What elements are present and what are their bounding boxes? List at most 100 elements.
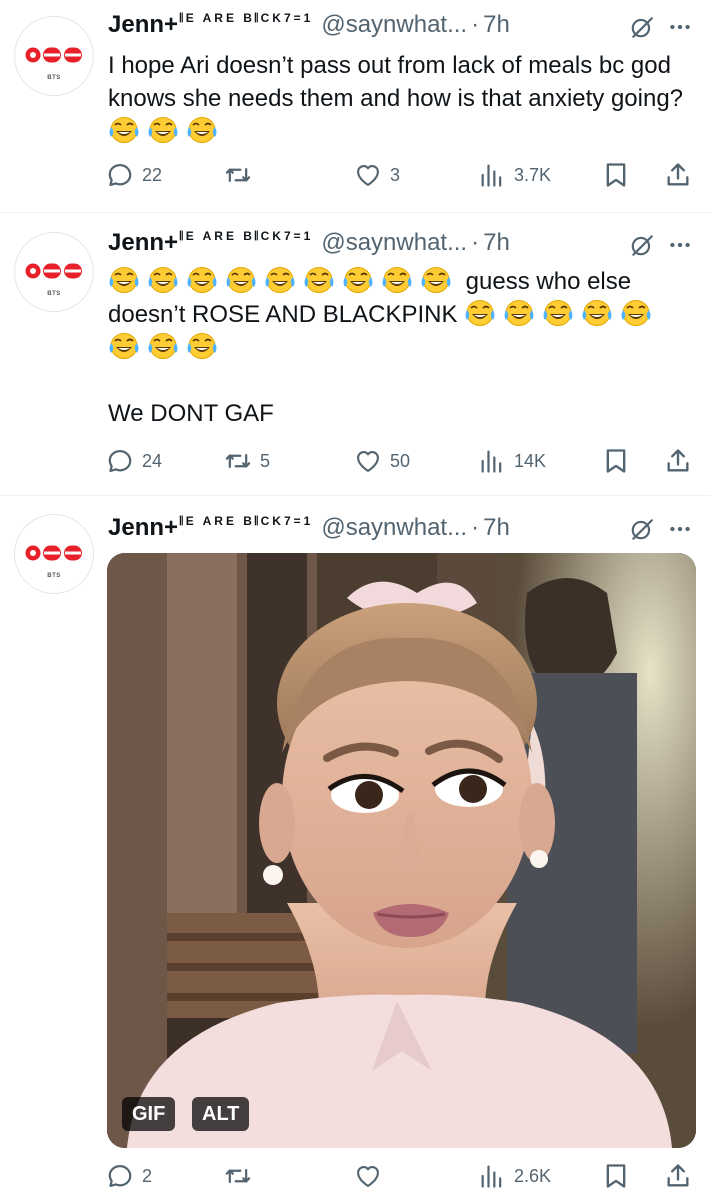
avatar-label: BTS — [47, 573, 61, 579]
views-button[interactable]: 14K — [478, 446, 546, 476]
avatar[interactable]: BTS — [14, 16, 94, 96]
author-name-decoration: 𝄃E ARE B𝄃CK7=1 — [180, 228, 314, 243]
reply-icon — [106, 447, 134, 475]
tweet-text-body: I hope Ari doesn’t pass out from lack of… — [108, 52, 684, 112]
author-name-decoration: 𝄃E ARE B𝄃CK7=1 — [180, 513, 314, 528]
laughing-emoji-icon — [108, 332, 140, 360]
avatar-label: BTS — [47, 291, 61, 297]
laughing-emoji-icon — [464, 299, 496, 327]
laughing-emoji-icon — [503, 299, 535, 327]
share-icon — [664, 1162, 692, 1190]
reply-count: 2 — [142, 1165, 153, 1186]
views-button[interactable]: 3.7K — [478, 160, 551, 190]
share-button[interactable] — [664, 446, 692, 476]
laughing-emoji-icon — [225, 266, 257, 294]
tweet-1[interactable]: BTS Jenn+ 𝄃E ARE B𝄃CK7=1 @saynwhat... · … — [0, 0, 711, 212]
laughing-emoji-icon — [342, 266, 374, 294]
reply-icon — [106, 1162, 134, 1190]
retweet-button[interactable]: 5 — [224, 446, 270, 476]
laughing-emoji-icon — [108, 266, 140, 294]
heart-icon — [354, 1162, 382, 1190]
like-count: 50 — [390, 450, 411, 471]
laughing-emoji-icon — [420, 266, 452, 294]
author-name[interactable]: Jenn+ — [108, 514, 178, 542]
views-icon — [478, 447, 506, 475]
grok-icon[interactable] — [629, 516, 655, 542]
views-button[interactable]: 2.6K — [478, 1161, 551, 1191]
gif-badge[interactable]: GIF — [122, 1097, 176, 1131]
author-name[interactable]: Jenn+ — [108, 229, 178, 257]
bts-logo — [25, 543, 83, 563]
more-icon[interactable] — [667, 516, 693, 542]
like-count: 3 — [390, 164, 401, 185]
avatar-label: BTS — [47, 75, 61, 81]
reply-button[interactable]: 2 — [106, 1161, 152, 1191]
reply-icon — [106, 161, 134, 189]
bookmark-button[interactable] — [602, 1161, 630, 1191]
share-button[interactable] — [664, 1161, 692, 1191]
share-icon — [664, 447, 692, 475]
author-name[interactable]: Jenn+ — [108, 11, 178, 39]
bookmark-icon — [602, 447, 630, 475]
like-button[interactable] — [354, 1161, 390, 1191]
author-name-decoration: 𝄃E ARE B𝄃CK7=1 — [180, 10, 314, 25]
bookmark-button[interactable] — [602, 446, 630, 476]
tweet-text: guess who else doesn’t ROSE AND BLACKPIN… — [108, 265, 698, 430]
author-handle[interactable]: @saynwhat... — [321, 11, 467, 39]
laughing-emoji-icon — [542, 299, 574, 327]
bts-logo — [25, 261, 83, 281]
author-handle[interactable]: @saynwhat... — [321, 229, 467, 257]
separator-dot: · — [471, 514, 480, 541]
retweet-button[interactable] — [224, 160, 260, 190]
retweet-count: 5 — [260, 450, 271, 471]
laughing-emoji-icon — [264, 266, 296, 294]
more-icon[interactable] — [667, 232, 693, 258]
tweet-text-line: We DONT GAF — [108, 400, 274, 427]
laughing-emoji-icon — [147, 332, 179, 360]
grok-icon[interactable] — [629, 14, 655, 40]
tweet-header: Jenn+ 𝄃E ARE B𝄃CK7=1 @saynwhat... · 7h — [108, 511, 510, 545]
timestamp[interactable]: 7h — [483, 514, 510, 542]
avatar[interactable]: BTS — [14, 232, 94, 312]
heart-icon — [354, 447, 382, 475]
tweet-2[interactable]: BTS Jenn+ 𝄃E ARE B𝄃CK7=1 @saynwhat... · … — [0, 213, 711, 494]
grok-icon[interactable] — [629, 232, 655, 258]
tweet-text: I hope Ari doesn’t pass out from lack of… — [108, 49, 698, 148]
tweet-header: Jenn+ 𝄃E ARE B𝄃CK7=1 @saynwhat... · 7h — [108, 226, 510, 260]
like-button[interactable]: 3 — [354, 160, 400, 190]
laughing-emoji-icon — [581, 299, 613, 327]
bookmark-icon — [602, 161, 630, 189]
more-icon[interactable] — [667, 14, 693, 40]
laughing-emoji-icon — [186, 116, 218, 144]
reply-button[interactable]: 22 — [106, 160, 162, 190]
views-count: 14K — [514, 450, 547, 471]
reply-button[interactable]: 24 — [106, 446, 162, 476]
alt-badge[interactable]: ALT — [192, 1097, 250, 1131]
bookmark-icon — [602, 1162, 630, 1190]
retweet-button[interactable] — [224, 1161, 260, 1191]
author-handle[interactable]: @saynwhat... — [321, 514, 467, 542]
views-icon — [478, 1162, 506, 1190]
retweet-icon — [224, 447, 252, 475]
views-count: 2.6K — [514, 1165, 552, 1186]
gif-media[interactable] — [107, 553, 696, 1148]
bts-logo — [25, 45, 83, 65]
gif-image — [107, 553, 696, 1148]
retweet-icon — [224, 161, 252, 189]
laughing-emoji-icon — [303, 266, 335, 294]
views-count: 3.7K — [514, 164, 552, 185]
laughing-emoji-icon — [381, 266, 413, 294]
reply-count: 24 — [142, 450, 163, 471]
reply-count: 22 — [142, 164, 163, 185]
action-bar: 2 2.6K — [106, 1161, 696, 1191]
timestamp[interactable]: 7h — [483, 11, 510, 39]
separator-dot: · — [471, 11, 480, 38]
timestamp[interactable]: 7h — [483, 229, 510, 257]
separator-dot: · — [471, 229, 480, 256]
like-button[interactable]: 50 — [354, 446, 410, 476]
action-bar: 22 3 3.7K — [106, 160, 696, 190]
share-button[interactable] — [664, 160, 692, 190]
views-icon — [478, 161, 506, 189]
avatar[interactable]: BTS — [14, 514, 94, 594]
bookmark-button[interactable] — [602, 160, 630, 190]
